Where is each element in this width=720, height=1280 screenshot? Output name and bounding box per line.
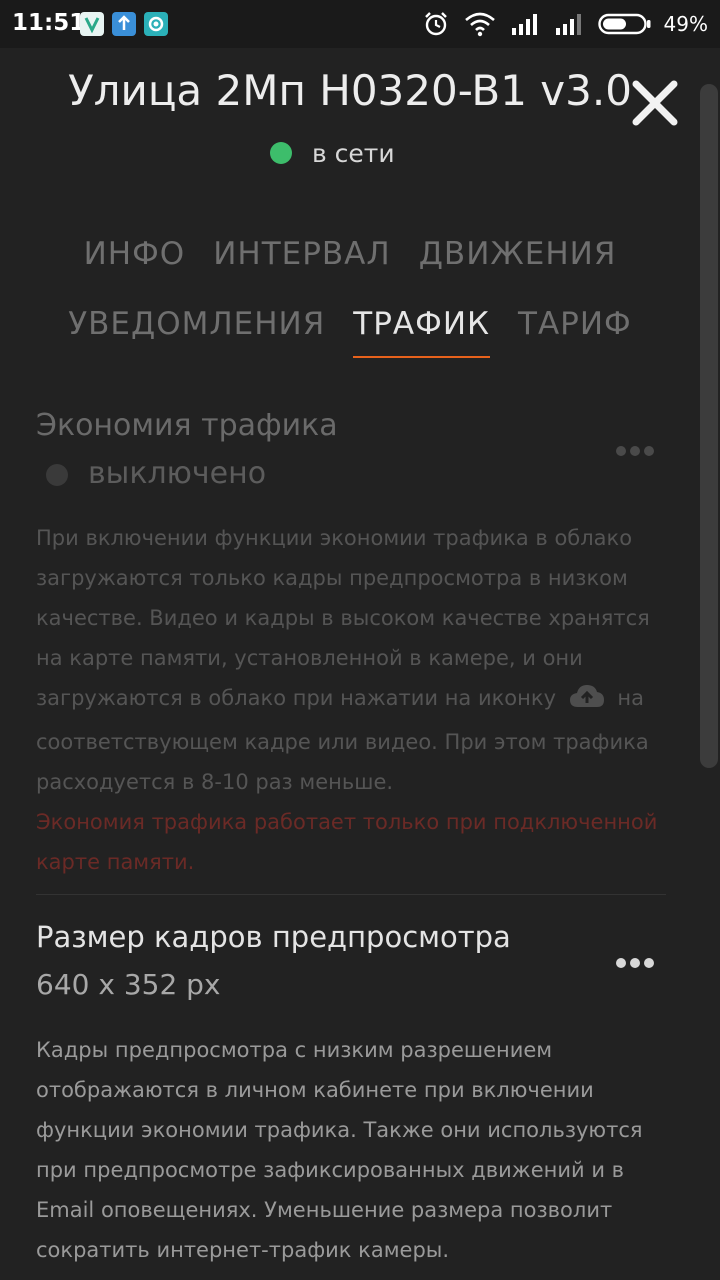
close-button[interactable]: [626, 74, 684, 132]
close-icon: [632, 80, 678, 126]
signal-icon: [510, 12, 540, 36]
camera-title: Улица 2Мп H0320-B1 v3.0: [68, 66, 632, 115]
traffic-saving-status-icon: [46, 464, 68, 486]
camera-app-icon: [144, 12, 168, 36]
preview-size-value: 640 x 352 px: [36, 968, 221, 1001]
tab-interval[interactable]: ИНТЕРВАЛ: [213, 236, 391, 294]
tab-info[interactable]: ИНФО: [84, 236, 186, 294]
camera-settings-dialog: Улица 2Мп H0320-B1 v3.0 в сети ИНФО ИНТЕ…: [0, 48, 720, 1280]
tab-motion[interactable]: ДВИЖЕНИЯ: [419, 236, 617, 294]
traffic-saving-more-button[interactable]: [612, 438, 658, 464]
preview-size-title: Размер кадров предпросмотра: [36, 920, 511, 954]
battery-icon: [597, 13, 652, 35]
online-status-text: в сети: [312, 138, 395, 168]
cloud-upload-icon: [569, 682, 605, 722]
tab-notifications[interactable]: УВЕДОМЛЕНИЯ: [68, 306, 325, 364]
wifi-icon: [464, 11, 496, 37]
signal-icon-2: [554, 12, 584, 36]
upload-app-icon: [112, 12, 136, 36]
online-indicator-icon: [270, 142, 292, 164]
vivaldi-app-icon: [80, 12, 104, 36]
preview-size-more-button[interactable]: [612, 950, 658, 976]
tab-tariff[interactable]: ТАРИФ: [518, 306, 632, 364]
traffic-saving-warning: Экономия трафика работает только при под…: [36, 810, 658, 874]
traffic-saving-description-text-1: При включении функции экономии трафика в…: [36, 526, 650, 710]
alarm-icon: [422, 10, 450, 38]
battery-percent: 49%: [663, 12, 708, 36]
traffic-saving-description: При включении функции экономии трафика в…: [36, 518, 676, 802]
online-status: в сети: [270, 136, 395, 170]
preview-size-description: Кадры предпросмотра с низким разрешением…: [36, 1038, 643, 1262]
status-time: 11:51: [12, 10, 86, 36]
traffic-saving-title: Экономия трафика: [36, 408, 338, 443]
status-bar: 11:51 49%: [0, 0, 720, 48]
tab-traffic[interactable]: ТРАФИК: [353, 306, 490, 364]
section-divider: [36, 894, 666, 895]
traffic-saving-status: выключено: [88, 456, 267, 491]
scrollbar[interactable]: [700, 84, 718, 768]
